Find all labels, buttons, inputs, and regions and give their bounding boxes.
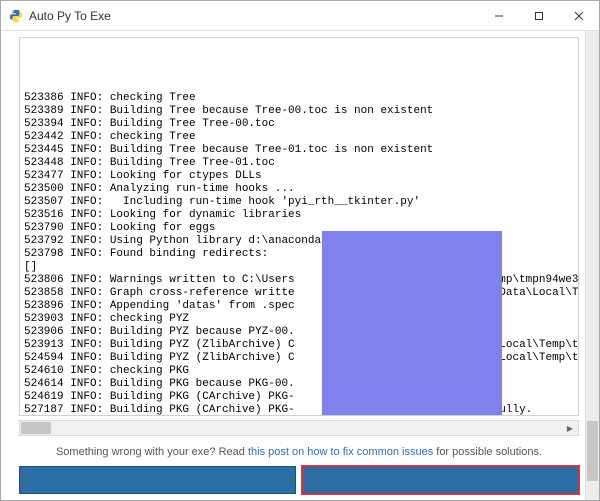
scrollbar-thumb[interactable] bbox=[587, 421, 598, 481]
log-line: 523386 INFO: checking Tree bbox=[24, 92, 574, 105]
vertical-scrollbar[interactable] bbox=[585, 31, 599, 500]
maximize-button[interactable] bbox=[519, 1, 559, 30]
footer-hint: Something wrong with your exe? Read this… bbox=[19, 442, 579, 462]
scrollbar-thumb[interactable] bbox=[21, 422, 51, 434]
minimize-button[interactable] bbox=[479, 1, 519, 30]
horizontal-scrollbar[interactable]: ▶ bbox=[19, 420, 579, 436]
bottom-button-right[interactable] bbox=[302, 466, 579, 494]
redaction-block bbox=[322, 231, 502, 416]
window-controls bbox=[479, 1, 599, 30]
main-panel: 523386 INFO: checking Tree523389 INFO: B… bbox=[1, 31, 585, 500]
log-line: 523516 INFO: Looking for dynamic librari… bbox=[24, 209, 574, 222]
log-line: 523507 INFO: Including run-time hook 'py… bbox=[24, 196, 574, 209]
log-line: 523389 INFO: Building Tree because Tree-… bbox=[24, 105, 574, 118]
footer-suffix: for possible solutions. bbox=[433, 446, 542, 458]
log-line: 523394 INFO: Building Tree Tree-00.toc bbox=[24, 118, 574, 131]
footer-link[interactable]: this post on how to fix common issues bbox=[248, 446, 433, 458]
bottom-button-left[interactable] bbox=[19, 466, 296, 494]
app-window: Auto Py To Exe 523386 INFO: checking Tre… bbox=[0, 0, 600, 501]
bottom-button-row bbox=[19, 466, 579, 494]
build-log: 523386 INFO: checking Tree523389 INFO: B… bbox=[19, 37, 579, 416]
close-button[interactable] bbox=[559, 1, 599, 30]
log-line: 523442 INFO: checking Tree bbox=[24, 131, 574, 144]
log-line: 523500 INFO: Analyzing run-time hooks ..… bbox=[24, 183, 574, 196]
titlebar: Auto Py To Exe bbox=[1, 1, 599, 31]
content-area: 523386 INFO: checking Tree523389 INFO: B… bbox=[1, 31, 599, 500]
log-line: 523477 INFO: Looking for ctypes DLLs bbox=[24, 170, 574, 183]
window-title: Auto Py To Exe bbox=[29, 9, 479, 23]
footer-prefix: Something wrong with your exe? Read bbox=[56, 446, 248, 458]
log-line: 523448 INFO: Building Tree Tree-01.toc bbox=[24, 157, 574, 170]
app-icon bbox=[9, 9, 23, 23]
scroll-right-arrow[interactable]: ▶ bbox=[562, 421, 578, 435]
log-line: 523445 INFO: Building Tree because Tree-… bbox=[24, 144, 574, 157]
